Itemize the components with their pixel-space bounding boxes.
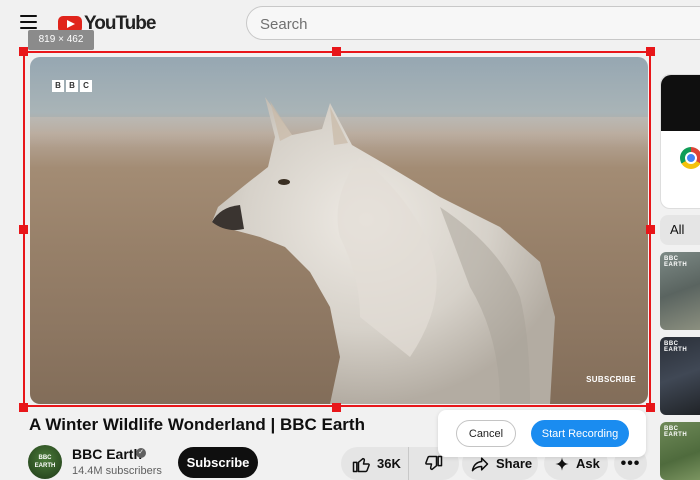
recommended-video-thumbnail[interactable]: BBC EARTH [660,252,700,330]
filter-chip-all[interactable]: All [660,215,700,245]
resize-handle-top-center[interactable] [332,47,341,56]
hamburger-menu-icon[interactable] [20,15,37,29]
channel-name[interactable]: BBC Earth [72,446,142,462]
more-dots-icon: ••• [620,454,641,472]
thumbs-down-icon [425,455,443,470]
like-button[interactable]: 36K [341,447,409,480]
resize-handle-bottom-center[interactable] [332,403,341,412]
resize-handle-middle-right[interactable] [646,225,655,234]
resize-handle-top-left[interactable] [19,47,28,56]
search-input[interactable] [260,14,660,34]
video-title: A Winter Wildlife Wonderland | BBC Earth [29,415,365,434]
like-count: 36K [377,456,401,471]
sparkle-icon [555,456,569,471]
cancel-button[interactable]: Cancel [456,420,516,447]
subscriber-count: 14.4M subscribers [72,465,162,477]
search-box[interactable] [246,6,700,40]
verified-check-icon: ✓ [136,448,146,458]
resize-handle-bottom-left[interactable] [19,403,28,412]
start-recording-button[interactable]: Start Recording [531,420,629,447]
chrome-icon [680,147,700,169]
resize-handle-middle-left[interactable] [19,225,28,234]
recommended-video-thumbnail[interactable]: BBC EARTH [660,422,700,480]
thumbs-up-icon [352,457,370,472]
recommended-video-thumbnail[interactable]: BBC EARTH [660,337,700,415]
channel-avatar[interactable]: BBC EARTH [28,445,62,479]
resize-handle-bottom-right[interactable] [646,403,655,412]
selection-frame[interactable] [23,51,651,407]
recording-dialog: Cancel Start Recording [438,410,646,457]
resize-handle-top-right[interactable] [646,47,655,56]
sidebar-ad-card[interactable] [660,74,700,209]
top-header: YouTube [0,0,700,46]
selection-dimensions-badge: 819 × 462 [28,30,94,50]
subscribe-button[interactable]: Subscribe [178,447,258,478]
youtube-logo-text: YouTube [84,13,156,34]
